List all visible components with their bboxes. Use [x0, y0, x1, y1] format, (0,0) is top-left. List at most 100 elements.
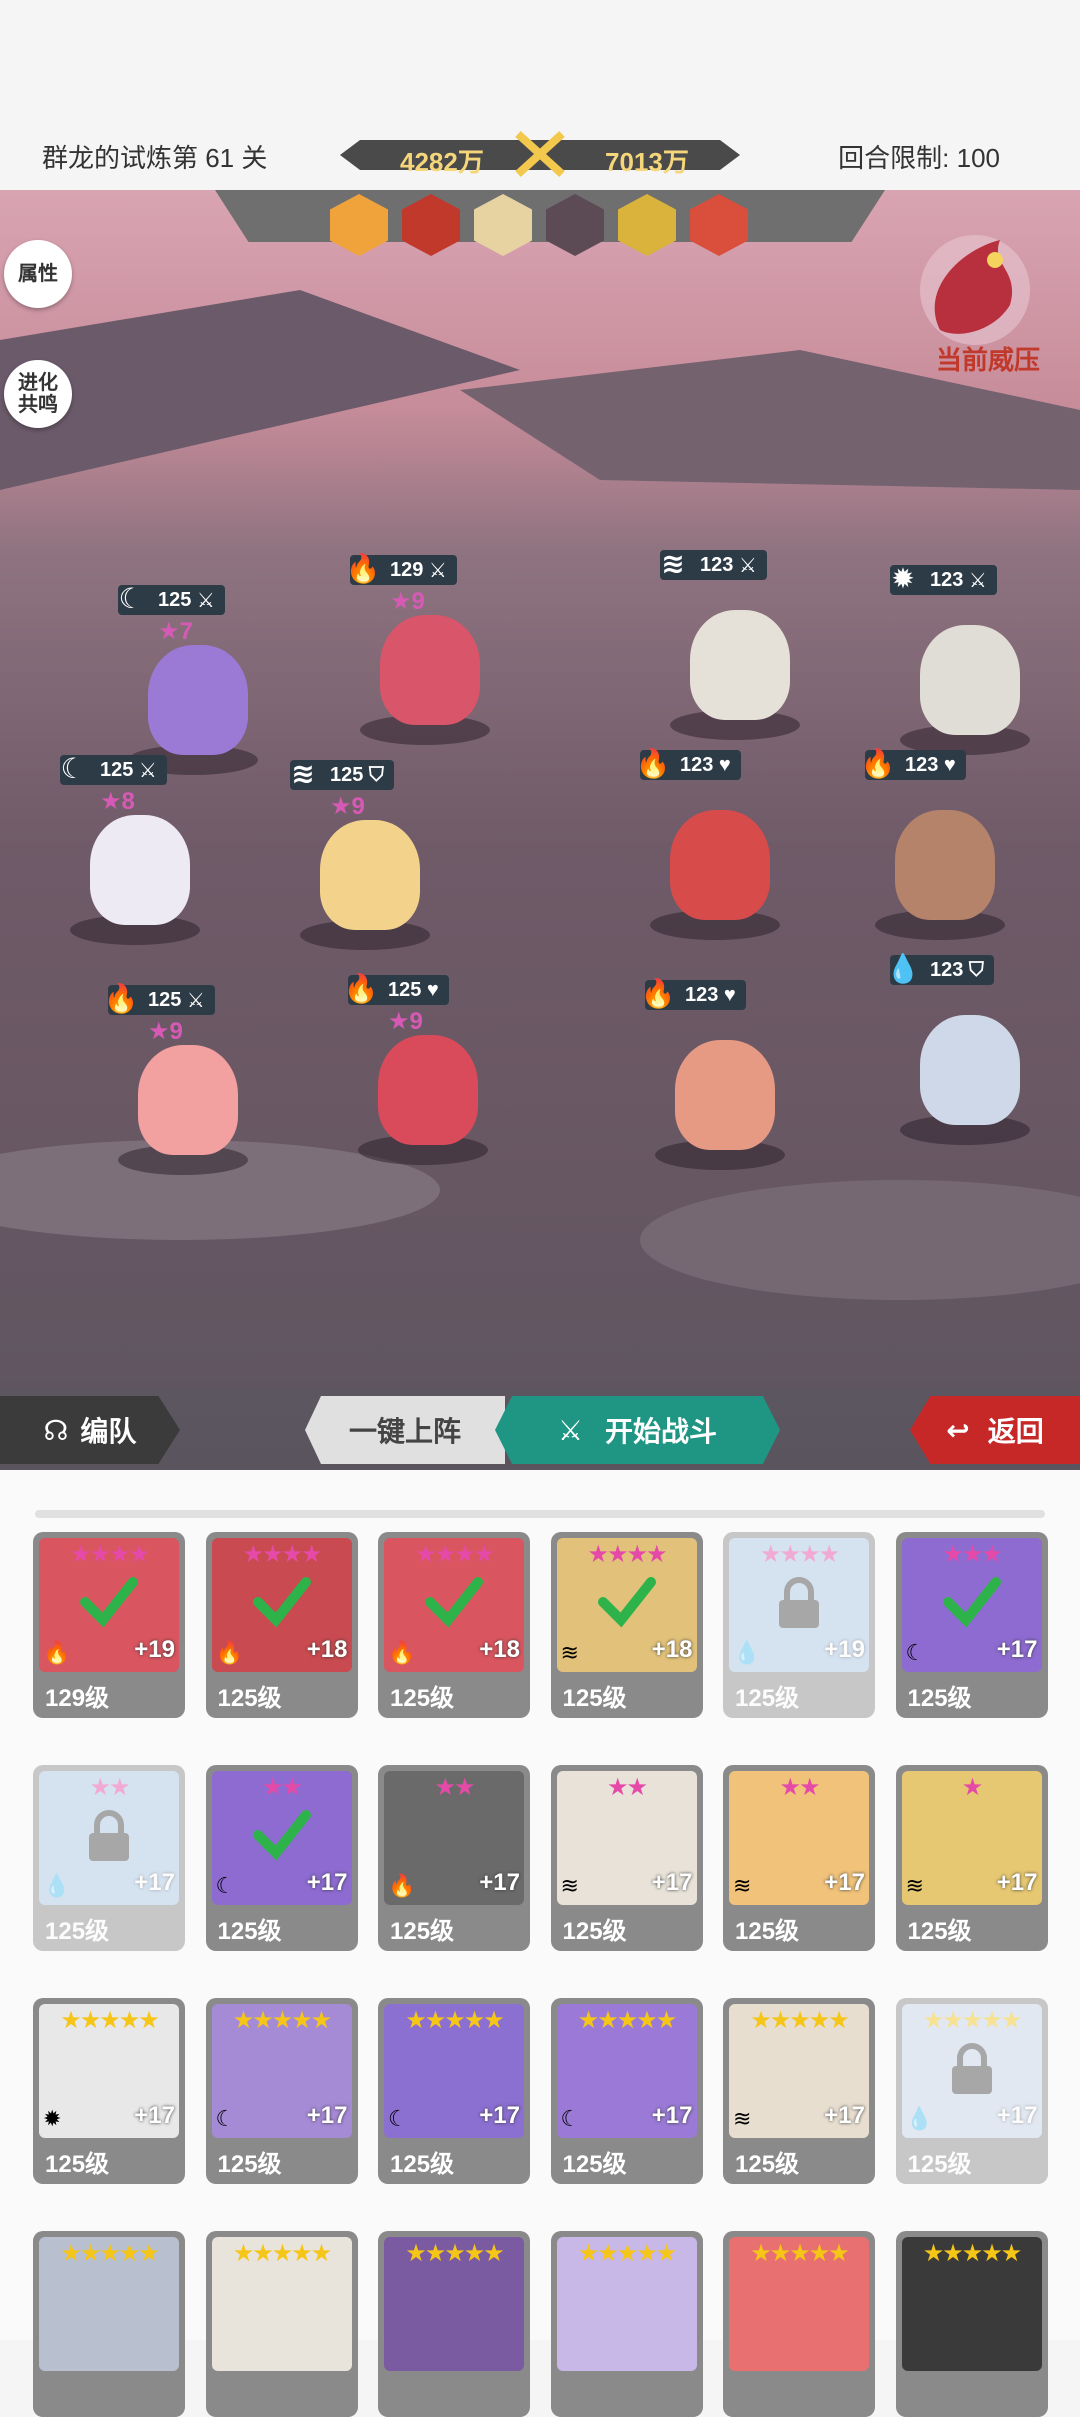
unit-slot-11[interactable]: 🔥 123 ♥	[641, 978, 795, 1180]
checkmark-icon	[597, 1577, 656, 1628]
roster-card[interactable]: ★★★★★ ☾ +17 125级	[205, 1998, 358, 2184]
roster-card[interactable]: ★★★★ 🔥 +19 129级	[33, 1532, 185, 1718]
element-icon: ≋	[733, 2106, 752, 2131]
unit-slot-6[interactable]: ≋ 125 ⛉ ★9	[290, 758, 440, 960]
card-bonus: +17	[996, 1636, 1038, 1663]
roster-card[interactable]: ★★★★★ ✹ +17 125级	[33, 1998, 185, 2184]
checkmark-icon	[80, 1577, 138, 1628]
roster-card[interactable]: ★★★★★	[895, 2231, 1048, 2417]
roster-card[interactable]: ★★★★ 🔥 +18 125级	[378, 1532, 530, 1718]
card-stars: ★★★★	[587, 1541, 667, 1568]
roster-card[interactable]: ★★★★★	[378, 2231, 530, 2417]
card-level: 125级	[217, 1918, 282, 1945]
card-bonus: +17	[134, 2102, 175, 2129]
unit-stars: ★7	[158, 618, 193, 645]
stage-title: 群龙的试炼第 61 关	[42, 143, 268, 173]
roster-card[interactable]: ★★★★ 💧 +19 125级	[723, 1532, 875, 1718]
roster-card[interactable]: ★★★★★	[205, 2231, 358, 2417]
roster-card[interactable]: ★ ≋ +17 125级	[895, 1765, 1048, 1951]
element-icon: ≋	[560, 1640, 579, 1665]
card-level: 125级	[735, 1685, 800, 1712]
roster-card[interactable]: ★★★★★ ☾ +17 125级	[378, 1998, 530, 2184]
card-stars: ★★★★★	[577, 2007, 678, 2034]
unit-slot-5[interactable]: ☾ 125 ⚔ ★8	[60, 753, 210, 955]
auto-deploy-button[interactable]: 一键上阵	[305, 1396, 505, 1464]
unit-stars: ★9	[390, 588, 425, 615]
roster-card[interactable]: ★★ 💧 +17 125级	[33, 1765, 185, 1951]
element-icon: ≋	[661, 547, 685, 579]
roster-card[interactable]: ★★★★ 🔥 +18 125级	[205, 1532, 358, 1718]
start-battle-button[interactable]: ⚔ 开始战斗	[495, 1396, 780, 1464]
card-level: 125级	[735, 1918, 800, 1945]
checkmark-icon	[252, 1577, 311, 1628]
unit-slot-4[interactable]: ✹ 123 ⚔	[890, 563, 1040, 765]
roster-card[interactable]: ★★★★★ ☾ +17 125级	[550, 1998, 703, 2184]
unit-level-tag: ✹ 123 ⚔	[890, 563, 997, 595]
roster-card[interactable]: ★★★★ ≋ +18 125级	[550, 1532, 703, 1718]
card-bonus: +17	[824, 2102, 865, 2129]
element-icon: 🔥	[43, 1640, 71, 1665]
element-icon: ≋	[733, 1873, 752, 1898]
unit-sprite	[675, 1040, 775, 1150]
unit-level-tag: 🔥 125 ⚔	[104, 983, 215, 1015]
card-level: 125级	[390, 2151, 455, 2178]
evolve-label: 进化	[18, 372, 58, 394]
card-stars: ★★★★	[414, 1541, 495, 1568]
element-icon: 💧	[905, 2106, 933, 2131]
battlefield: 属性 进化 共鸣 当前威压 ☾ 125 ⚔ ★7 🔥 129 ⚔ ★9 ≋ 123 ⚔…	[0, 190, 1080, 1390]
card-stars: ★★★★★	[60, 2007, 160, 2034]
roster-card[interactable]: ★★★★★	[723, 2231, 875, 2417]
unit-sprite	[378, 1035, 478, 1145]
dragon-threat-icon[interactable]	[900, 210, 1050, 360]
card-stars: ★★★★★	[750, 2007, 850, 2034]
roster-card[interactable]: ★★ ☾ +17 125级	[205, 1765, 358, 1951]
roster-card[interactable]: ★★ ≋ +17 125级	[550, 1765, 703, 1951]
unit-stars: ★9	[330, 793, 365, 820]
unit-slot-3[interactable]: ≋ 123 ⚔	[660, 548, 810, 750]
element-icon: ≋	[560, 1873, 579, 1898]
element-icon: 🔥	[343, 972, 379, 1004]
lock-icon	[89, 1810, 129, 1861]
card-bonus: +17	[306, 1869, 348, 1896]
unit-stars: ★8	[100, 788, 135, 815]
card-stars: ★★	[261, 1774, 303, 1801]
evolve-resonance-button[interactable]: 进化 共鸣	[4, 360, 72, 428]
roster-card[interactable]: ★★★★★ ≋ +17 125级	[723, 1998, 875, 2184]
card-bonus: +18	[479, 1636, 520, 1663]
unit-sprite	[320, 820, 420, 930]
unit-slot-7[interactable]: 🔥 123 ♥	[636, 748, 790, 950]
card-level: 125级	[217, 1685, 282, 1712]
unit-slot-8[interactable]: 🔥 123 ♥	[861, 748, 1015, 950]
card-bonus: +19	[824, 1636, 865, 1663]
unit-level-tag: 🔥 123 ♥	[861, 748, 966, 780]
hero-roster[interactable]: ★★★★ 🔥 +19 129级 ★★★★ 🔥 +18 125级 ★★★★ 🔥 +18 125级 ★★★★…	[0, 1470, 1080, 2417]
card-level: 125级	[562, 1685, 627, 1712]
unit-sprite	[895, 810, 995, 920]
roster-card[interactable]: ★★ ≋ +17 125级	[723, 1765, 875, 1951]
card-bonus: +17	[479, 2102, 520, 2129]
stage-header: 群龙的试炼第 61 关 4282万 7013万 回合限制: 100	[0, 120, 1080, 190]
attribute-button[interactable]: 属性	[4, 240, 72, 308]
headset-icon: ☊	[43, 1414, 69, 1446]
card-bonus: +17	[996, 2102, 1038, 2129]
roster-card[interactable]: ★★ 🔥 +17 125级	[378, 1765, 530, 1951]
back-button[interactable]: ↩ 返回	[910, 1396, 1080, 1464]
unit-slot-2[interactable]: 🔥 129 ⚔ ★9	[346, 553, 500, 755]
return-arrow-icon: ↩	[946, 1414, 970, 1446]
element-icon: 🔥	[345, 552, 381, 584]
roster-card[interactable]: ★★★ ☾ +17 125级	[895, 1532, 1048, 1718]
element-icon: ☾	[388, 2106, 408, 2131]
team-button[interactable]: ☊ 编队	[0, 1396, 180, 1464]
unit-level-tag: 🔥 123 ♥	[636, 748, 741, 780]
card-stars: ★★★★	[69, 1541, 150, 1568]
element-icon: 🔥	[635, 747, 671, 779]
roster-scrollbar[interactable]	[35, 1510, 1045, 1518]
unit-slot-10[interactable]: 🔥 125 ♥ ★9	[344, 973, 498, 1175]
roster-card[interactable]: ★★★★★	[33, 2231, 185, 2417]
card-stars: ★★	[434, 1774, 475, 1801]
unit-slot-12[interactable]: 💧 123 ⛉	[886, 953, 1040, 1155]
unit-slot-9[interactable]: 🔥 125 ⚔ ★9	[104, 983, 258, 1185]
roster-card[interactable]: ★★★★★ 💧 +17 125级	[895, 1998, 1048, 2184]
roster-card[interactable]: ★★★★★	[550, 2231, 703, 2417]
element-icon: ☾	[215, 2106, 236, 2131]
